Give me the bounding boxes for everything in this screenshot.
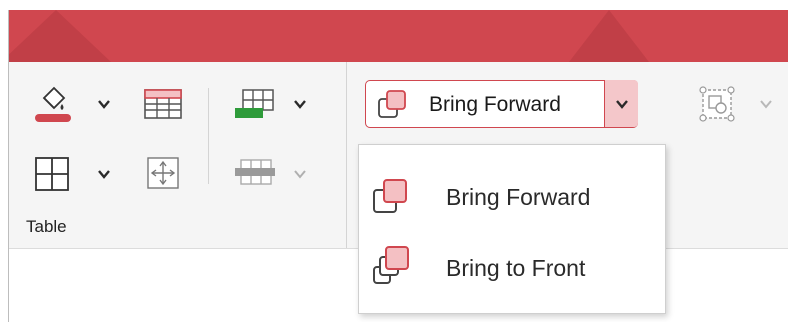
- insert-row-icon[interactable]: [233, 88, 275, 120]
- combo-dropdown-button[interactable]: [604, 80, 638, 127]
- delete-row-dropdown-icon: [294, 170, 306, 179]
- bring-forward-combo[interactable]: Bring Forward: [365, 80, 638, 128]
- menu-item-bring-to-front[interactable]: Bring to Front: [359, 233, 665, 301]
- table-borders-icon[interactable]: [34, 156, 70, 192]
- menu-item-label: Bring Forward: [446, 184, 591, 210]
- table-move-icon[interactable]: [146, 156, 180, 190]
- bring-to-front-icon: [373, 246, 409, 284]
- fill-color-dropdown-icon[interactable]: [96, 96, 112, 112]
- ribbon-separator: [208, 88, 209, 184]
- bring-forward-icon: [373, 179, 407, 213]
- group-objects-dropdown-icon: [760, 100, 772, 109]
- group-objects-icon: [699, 86, 735, 122]
- fill-color-icon[interactable]: [32, 80, 74, 124]
- chevron-down-icon: [616, 100, 628, 109]
- combo-value: Bring Forward: [429, 93, 561, 116]
- title-decoration-right: [569, 10, 649, 62]
- title-bar: [9, 10, 788, 62]
- table-header-row-icon[interactable]: [143, 88, 183, 120]
- delete-row-icon: [235, 159, 275, 185]
- insert-row-dropdown-icon[interactable]: [292, 96, 308, 112]
- ribbon-group-separator: [346, 62, 347, 248]
- bring-forward-icon: [378, 90, 406, 118]
- group-label-table: Table: [26, 217, 67, 236]
- menu-item-bring-forward[interactable]: Bring Forward: [359, 162, 665, 230]
- arrange-dropdown-menu: Bring Forward Bring to Front: [358, 144, 666, 314]
- menu-item-label: Bring to Front: [446, 255, 586, 281]
- title-decoration-left: [9, 10, 111, 62]
- table-borders-dropdown-icon[interactable]: [96, 166, 112, 182]
